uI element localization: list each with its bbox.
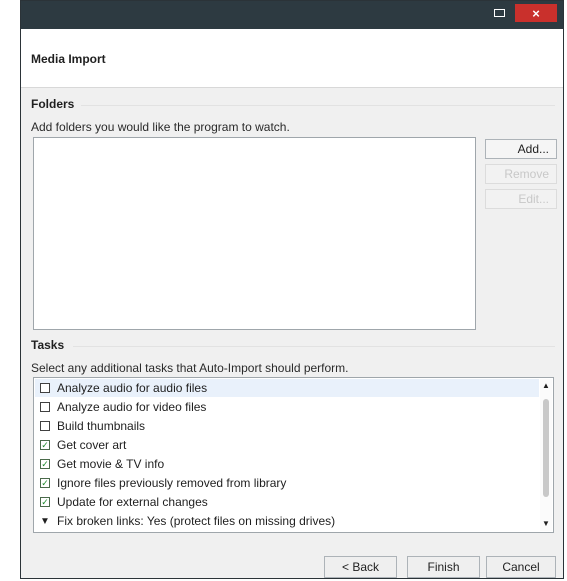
- task-row[interactable]: ✓ Get movie & TV info: [35, 455, 539, 473]
- task-label: Build thumbnails: [57, 419, 146, 433]
- task-label: Update for external changes: [57, 495, 208, 509]
- checkbox[interactable]: [40, 383, 50, 393]
- folder-list[interactable]: [33, 137, 476, 330]
- page-title: Media Import: [31, 52, 106, 66]
- task-row[interactable]: ✓ Get cover art: [35, 436, 539, 454]
- edit-folder-button[interactable]: Edit...: [485, 189, 557, 209]
- minimize-button[interactable]: [486, 4, 513, 22]
- checkbox-checked[interactable]: ✓: [40, 440, 50, 450]
- title-bar[interactable]: ×: [21, 1, 563, 29]
- task-option-expander[interactable]: ▼ Fix broken links: Yes (protect files on…: [35, 512, 539, 530]
- checkbox-checked[interactable]: ✓: [40, 478, 50, 488]
- remove-folder-button[interactable]: Remove: [485, 164, 557, 184]
- tasks-divider: [73, 346, 555, 347]
- finish-button[interactable]: Finish: [407, 556, 480, 578]
- chevron-down-icon[interactable]: ▼: [40, 516, 50, 527]
- tasks-section-title: Tasks: [31, 338, 65, 352]
- task-row[interactable]: Analyze audio for video files: [35, 398, 539, 416]
- checkbox-checked[interactable]: ✓: [40, 497, 50, 507]
- task-label: Ignore files previously removed from lib…: [57, 476, 287, 490]
- cancel-button[interactable]: Cancel: [486, 556, 556, 578]
- media-import-window: × Media Import Folders Add folders you w…: [20, 0, 564, 579]
- scroll-down-icon[interactable]: ▼: [540, 517, 552, 531]
- task-label: Get movie & TV info: [57, 457, 165, 471]
- tasks-list[interactable]: Analyze audio for audio files Analyze aud…: [33, 377, 554, 533]
- task-label: Get cover art: [57, 438, 127, 452]
- checkbox[interactable]: [40, 421, 50, 431]
- checkbox[interactable]: [40, 402, 50, 412]
- scroll-thumb[interactable]: [543, 399, 549, 497]
- close-button[interactable]: ×: [515, 4, 557, 22]
- task-label: Fix broken links: Yes (protect files on …: [57, 514, 336, 528]
- scroll-up-icon[interactable]: ▲: [540, 379, 552, 393]
- folders-section-title: Folders: [31, 97, 75, 111]
- task-label: Analyze audio for video files: [57, 400, 207, 414]
- folders-divider: [81, 105, 555, 106]
- task-row[interactable]: ✓ Ignore files previously removed from li…: [35, 474, 539, 492]
- add-folder-button[interactable]: Add...: [485, 139, 557, 159]
- wizard-header: Media Import: [21, 29, 563, 88]
- minimize-icon: [494, 9, 505, 17]
- folders-description: Add folders you would like the program t…: [31, 120, 290, 134]
- task-row[interactable]: ✓ Update for external changes: [35, 493, 539, 511]
- back-button[interactable]: < Back: [324, 556, 397, 578]
- task-row[interactable]: Analyze audio for audio files: [35, 379, 539, 397]
- checkbox-checked[interactable]: ✓: [40, 459, 50, 469]
- tasks-scrollbar[interactable]: ▲ ▼: [540, 379, 552, 531]
- task-row[interactable]: Build thumbnails: [35, 417, 539, 435]
- close-icon: ×: [532, 5, 540, 21]
- tasks-description: Select any additional tasks that Auto-Im…: [31, 361, 349, 375]
- task-label: Analyze audio for audio files: [57, 381, 208, 395]
